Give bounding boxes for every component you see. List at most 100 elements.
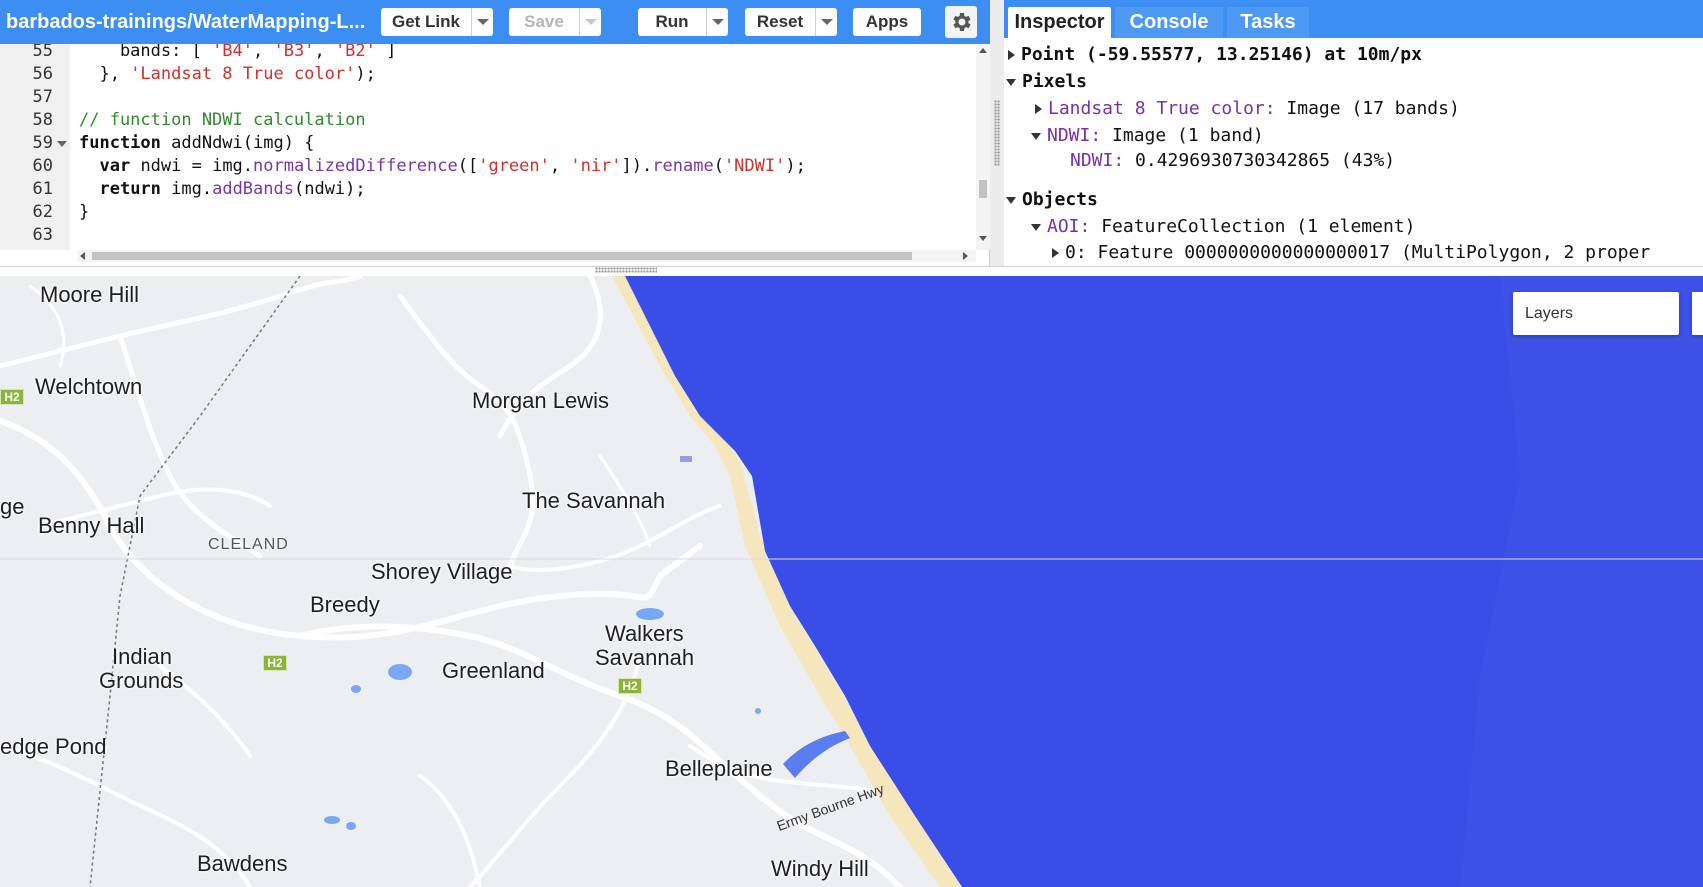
expand-arrow-icon[interactable]	[1035, 104, 1042, 114]
highway-badge: H2	[618, 678, 642, 694]
pixels-row[interactable]: Pixels	[1006, 69, 1087, 95]
get-link-dropdown[interactable]	[471, 8, 493, 36]
collapse-arrow-icon[interactable]	[1031, 223, 1041, 231]
layers-button[interactable]: Layers	[1513, 292, 1679, 335]
settings-button[interactable]	[945, 6, 977, 38]
right-panel: Inspector Console Tasks Point (-59.55577…	[1004, 0, 1703, 266]
run-dropdown[interactable]	[706, 8, 728, 36]
objects-label: Objects	[1022, 189, 1098, 210]
landsat-layer-label: Landsat 8 True color:	[1048, 98, 1276, 119]
code-token: 'B3'	[273, 44, 315, 61]
ndwi-layer-value: Image (1 band)	[1112, 125, 1264, 146]
horizontal-panel-splitter[interactable]	[0, 266, 1703, 276]
place-label: Morgan Lewis	[472, 388, 609, 413]
ndwi-layer-row[interactable]: NDWI: Image (1 band)	[1031, 123, 1264, 149]
code-token: ,	[253, 44, 274, 61]
editor-vertical-scroll-thumb[interactable]	[979, 180, 987, 198]
script-title[interactable]: barbados-trainings/WaterMapping-L...	[6, 11, 365, 34]
reset-dropdown[interactable]	[815, 8, 837, 36]
tab-console[interactable]: Console	[1115, 7, 1223, 38]
get-link-button[interactable]: Get Link	[381, 8, 493, 36]
place-label: ge	[0, 494, 25, 519]
aoi-row[interactable]: AOI: FeatureCollection (1 element)	[1031, 214, 1415, 240]
inspector-content: Point (-59.55577, 13.25146) at 10m/px Pi…	[1004, 38, 1703, 266]
run-label: Run	[655, 12, 689, 31]
chevron-down-icon	[711, 19, 724, 25]
scroll-down-icon[interactable]	[979, 236, 987, 241]
code-line[interactable]: 57	[0, 86, 976, 109]
code-text: bands: [ 'B4', 'B3', 'B2' ]	[79, 44, 396, 63]
code-token: // function NDWI calculation	[79, 110, 366, 130]
feature-row[interactable]: 0: Feature 0000000000000000017 (MultiPol…	[1052, 240, 1650, 266]
code-line[interactable]: 59 function addNdwi(img) {	[0, 132, 976, 155]
vertical-panel-splitter[interactable]	[990, 0, 1004, 266]
place-label: Moore Hill	[40, 282, 140, 307]
drag-handle-icon[interactable]	[595, 267, 657, 273]
point-row[interactable]: Point (-59.55577, 13.25146) at 10m/px	[1008, 42, 1422, 68]
editor-horizontal-scroll-thumb[interactable]	[92, 252, 912, 260]
save-dropdown[interactable]	[579, 8, 601, 36]
objects-row[interactable]: Objects	[1006, 187, 1098, 213]
scroll-right-icon[interactable]	[963, 252, 968, 260]
code-editor[interactable]: 55 bands: [ 'B4', 'B3', 'B2' ] 56 }, 'Lan…	[0, 44, 976, 250]
place-label: Grounds	[99, 668, 184, 693]
code-token: img.	[160, 179, 213, 199]
expand-arrow-icon[interactable]	[1008, 50, 1015, 60]
collapse-arrow-icon[interactable]	[1031, 132, 1041, 140]
ndwi-band-row: NDWI: 0.4296930730342865 (43%)	[1070, 148, 1395, 174]
tab-inspector[interactable]: Inspector	[1008, 7, 1111, 38]
code-token: ([	[457, 156, 479, 176]
tab-tasks[interactable]: Tasks	[1227, 7, 1309, 38]
code-token: 'Landsat 8 True color'	[130, 64, 356, 84]
code-line[interactable]: 58 // function NDWI calculation	[0, 109, 976, 132]
river-inlet	[783, 731, 850, 778]
code-token: 'green'	[478, 156, 550, 176]
save-button[interactable]: Save	[509, 8, 601, 36]
editor-vertical-scrollbar[interactable]	[976, 44, 990, 250]
code-token: bands: [	[79, 44, 213, 61]
reset-button[interactable]: Reset	[745, 8, 837, 36]
code-token: addNdwi(img) {	[160, 133, 315, 153]
run-button[interactable]: Run	[638, 8, 728, 36]
landsat-layer-value: Image (17 bands)	[1286, 98, 1460, 119]
right-panel-tabs: Inspector Console Tasks	[1004, 0, 1703, 38]
code-line[interactable]: 56 }, 'Landsat 8 True color');	[0, 63, 976, 86]
editor-horizontal-scrollbar[interactable]	[78, 250, 976, 262]
place-label: Benny Hall	[38, 513, 145, 538]
aoi-value: FeatureCollection (1 element)	[1101, 216, 1416, 237]
line-number: 61	[32, 179, 53, 199]
ndwi-layer-label: NDWI:	[1047, 125, 1102, 146]
code-line[interactable]: 55 bands: [ 'B4', 'B3', 'B2' ]	[0, 44, 976, 63]
scroll-left-icon[interactable]	[80, 252, 85, 260]
apps-button[interactable]: Apps	[853, 8, 921, 36]
code-line[interactable]: 60 var ndwi = img.normalizedDifference([…	[0, 155, 976, 178]
code-text: return img.addBands(ndwi);	[79, 178, 365, 201]
collapse-arrow-icon[interactable]	[1006, 78, 1016, 86]
code-line[interactable]: 62}	[0, 201, 976, 224]
chevron-down-icon	[820, 19, 833, 25]
expand-arrow-icon[interactable]	[1052, 248, 1059, 258]
code-line[interactable]: 63	[0, 224, 976, 247]
fold-arrow-icon[interactable]	[57, 141, 67, 147]
drag-handle-icon[interactable]	[994, 100, 1000, 166]
code-token: ]).	[621, 156, 653, 176]
highway-badge: H2	[263, 655, 287, 671]
code-line[interactable]: 61 return img.addBands(ndwi);	[0, 178, 976, 201]
code-token: var	[99, 156, 131, 176]
landsat-layer-row[interactable]: Landsat 8 True color: Image (17 bands)	[1035, 96, 1460, 122]
code-token: ]	[375, 44, 397, 61]
code-text: function addNdwi(img) {	[79, 132, 314, 155]
scroll-up-icon[interactable]	[979, 48, 987, 53]
map-type-button[interactable]	[1692, 292, 1703, 335]
line-number: 60	[32, 156, 53, 176]
code-token: ndwi = img.	[130, 156, 254, 176]
collapse-arrow-icon[interactable]	[1006, 196, 1016, 204]
chevron-down-icon	[476, 19, 489, 25]
place-label: Belleplaine	[665, 756, 773, 781]
reset-label: Reset	[756, 12, 804, 31]
code-token: (	[713, 156, 724, 176]
line-number: 55	[32, 44, 53, 61]
place-label: The Savannah	[522, 488, 666, 513]
